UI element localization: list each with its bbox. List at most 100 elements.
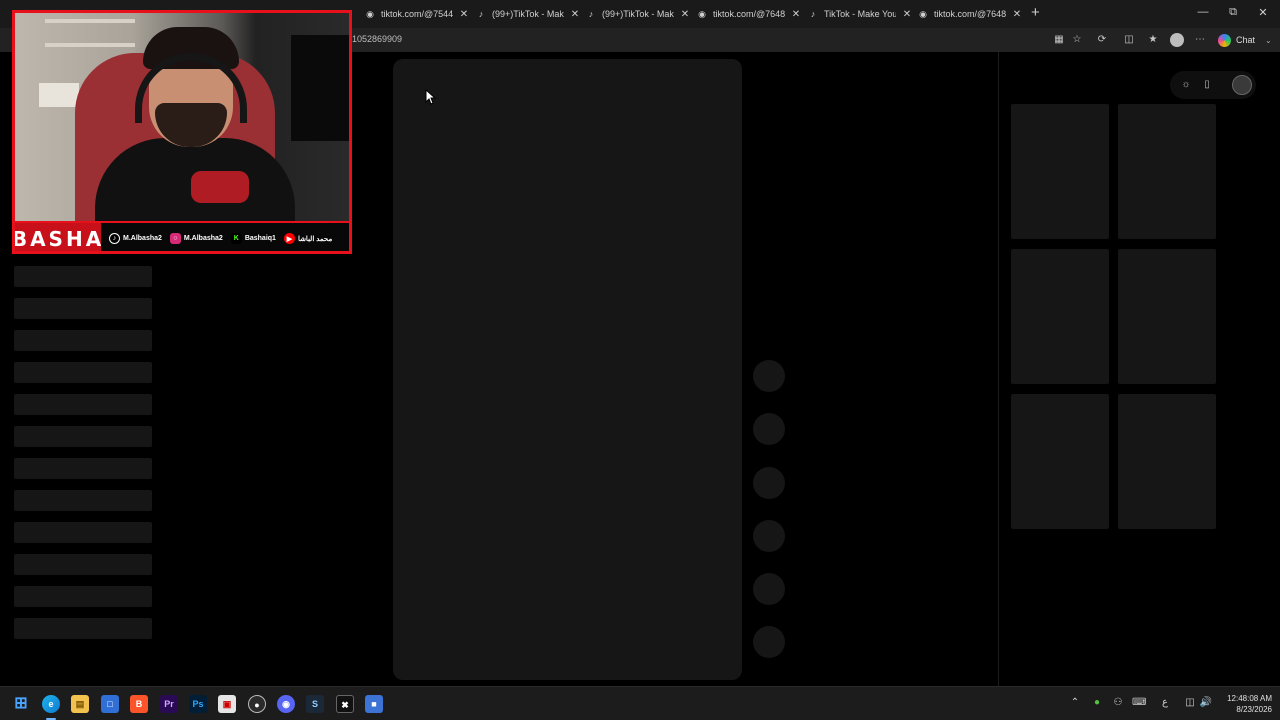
panel-divider	[998, 52, 999, 686]
video-player-placeholder[interactable]	[393, 59, 742, 680]
skeleton-nav-item	[14, 362, 152, 383]
browser-tab[interactable]: ◉ tiktok.com/@75448 ✕	[365, 3, 469, 25]
tab-title: tiktok.com/@76486	[713, 9, 785, 19]
top-right-controls: ☼ ▯	[1170, 71, 1256, 99]
system-clock[interactable]: 12:48:08 AM 8/23/2026	[1216, 693, 1272, 715]
skeleton-nav-item	[14, 458, 152, 479]
browser-tab[interactable]: ♪ TikTok - Make Your ✕	[808, 3, 912, 25]
mouse-cursor	[425, 89, 437, 105]
tiktok-icon: ♪	[109, 233, 120, 244]
favorite-star-icon[interactable]: ☆	[1070, 33, 1084, 47]
keyboard-icon[interactable]: ⌨	[1132, 697, 1146, 708]
store-icon[interactable]: □	[101, 695, 119, 713]
browser-tab[interactable]: ♪ (99+)TikTok - Make ✕	[586, 3, 690, 25]
tiktok-icon: ♪	[810, 9, 816, 19]
chevron-up-icon[interactable]: ⌃	[1068, 697, 1082, 708]
webcam-overlay: BASHA ♪ M.Albasha2 ○ M.Albasha2 K Bashai…	[12, 10, 352, 254]
action-button-placeholder[interactable]	[753, 360, 785, 392]
new-tab-icon[interactable]: +	[1031, 5, 1040, 21]
globe-icon: ◉	[698, 8, 706, 19]
skeleton-nav-item	[14, 298, 152, 319]
profile-avatar[interactable]	[1170, 33, 1184, 47]
streamer-name: BASHA	[15, 223, 101, 251]
volume-icon[interactable]: 🔊	[1199, 697, 1213, 708]
microphone-icon[interactable]: ⚇	[1111, 697, 1125, 708]
split-screen-icon[interactable]: ◫	[1122, 33, 1136, 47]
close-tab-icon[interactable]: ✕	[570, 9, 580, 20]
discord-icon[interactable]: ◉	[277, 695, 295, 713]
phone-icon[interactable]: ▯	[1200, 78, 1214, 92]
action-button-placeholder[interactable]	[753, 467, 785, 499]
video-thumbnail-placeholder[interactable]	[1011, 249, 1109, 384]
app-icon[interactable]: ▣	[218, 695, 236, 713]
restore-icon[interactable]: ⧉	[1226, 6, 1240, 19]
video-thumbnail-placeholder[interactable]	[1118, 104, 1216, 239]
favorites-icon[interactable]: ★	[1146, 33, 1160, 47]
background-box	[39, 83, 79, 107]
compass-icon[interactable]: ☼	[1179, 78, 1193, 92]
network-icon[interactable]: ◫	[1183, 697, 1197, 708]
close-tab-icon[interactable]: ✕	[1012, 9, 1022, 20]
minimize-icon[interactable]: —	[1196, 6, 1210, 18]
photoshop-icon[interactable]: Ps	[189, 695, 207, 713]
skeleton-nav-item	[14, 490, 152, 511]
close-tab-icon[interactable]: ✕	[680, 9, 690, 20]
social-handle: Bashaiq1	[244, 235, 276, 242]
social-handle: محمد الباشا	[297, 235, 333, 243]
action-button-placeholder[interactable]	[753, 626, 785, 658]
steam-icon[interactable]: S	[306, 695, 324, 713]
chevron-down-icon[interactable]: ⌄	[1265, 36, 1272, 45]
tiktok-icon: ♪	[588, 9, 594, 19]
video-thumbnail-placeholder[interactable]	[1011, 104, 1109, 239]
edge-icon[interactable]: e	[42, 695, 60, 713]
browser-tab[interactable]: ◉ tiktok.com/@76486 ✕	[697, 3, 801, 25]
clock-date: 8/23/2026	[1236, 705, 1272, 714]
tab-title: (99+)TikTok - Make	[492, 9, 564, 19]
copilot-chat-button[interactable]: Chat ⌄	[1218, 32, 1272, 48]
brave-icon[interactable]: B	[130, 695, 148, 713]
user-avatar[interactable]	[1232, 75, 1252, 95]
social-instagram: ○ M.Albasha2	[169, 233, 223, 244]
tab-title: tiktok.com/@76481	[934, 9, 1006, 19]
action-button-placeholder[interactable]	[753, 413, 785, 445]
tiktok-icon: ♪	[478, 9, 484, 19]
start-icon[interactable]: ⊞	[12, 695, 30, 713]
roblox-icon[interactable]: ■	[365, 695, 383, 713]
globe-icon: ◉	[919, 8, 927, 19]
background-shelf	[45, 43, 135, 47]
close-tab-icon[interactable]: ✕	[902, 9, 912, 20]
microphone	[191, 171, 249, 203]
skeleton-nav-item	[14, 394, 152, 415]
webcam-feed	[15, 13, 349, 221]
video-thumbnail-placeholder[interactable]	[1011, 394, 1109, 529]
background-monitor	[291, 35, 349, 141]
premiere-icon[interactable]: Pr	[160, 695, 178, 713]
address-bar-url[interactable]: 1052869909	[352, 34, 402, 44]
desktop-screen: ◉ tiktok.com/@75448 ✕ ♪ (99+)TikTok - Ma…	[0, 0, 1280, 720]
obs-icon[interactable]: ●	[248, 695, 266, 713]
skeleton-nav-item	[14, 330, 152, 351]
more-menu-icon[interactable]: ⋯	[1193, 33, 1207, 47]
tray-app-icon[interactable]: ●	[1090, 697, 1104, 708]
close-tab-icon[interactable]: ✕	[459, 9, 469, 20]
action-button-placeholder[interactable]	[753, 520, 785, 552]
video-thumbnail-placeholder[interactable]	[1118, 249, 1216, 384]
video-thumbnail-placeholder[interactable]	[1118, 394, 1216, 529]
extensions-icon[interactable]: ⟳	[1095, 33, 1109, 47]
youtube-icon: ▶	[283, 233, 295, 244]
file-explorer-icon[interactable]: ▤	[71, 695, 89, 713]
keyboard-layout-indicator[interactable]: ع	[1158, 697, 1172, 708]
close-window-icon[interactable]: ✕	[1256, 6, 1270, 19]
windows-taskbar: ⊞ e ▤ □ B Pr Ps ▣ ● ◉ S ✖ ■ ⌃ ● ⚇ ⌨ ع ◫ …	[0, 686, 1280, 720]
streamer-banner: BASHA ♪ M.Albasha2 ○ M.Albasha2 K Bashai…	[15, 221, 349, 251]
social-handle: M.Albasha2	[183, 235, 223, 242]
capcut-icon[interactable]: ✖	[336, 695, 354, 713]
tab-title: TikTok - Make Your	[824, 9, 896, 19]
skeleton-nav-item	[14, 618, 152, 639]
skeleton-nav-item	[14, 426, 152, 447]
browser-tab[interactable]: ♪ (99+)TikTok - Make ✕	[476, 3, 580, 25]
app-available-icon[interactable]: ▦	[1052, 33, 1066, 47]
close-tab-icon[interactable]: ✕	[791, 9, 801, 20]
browser-tab[interactable]: ◉ tiktok.com/@76481 ✕	[918, 3, 1022, 25]
action-button-placeholder[interactable]	[753, 573, 785, 605]
